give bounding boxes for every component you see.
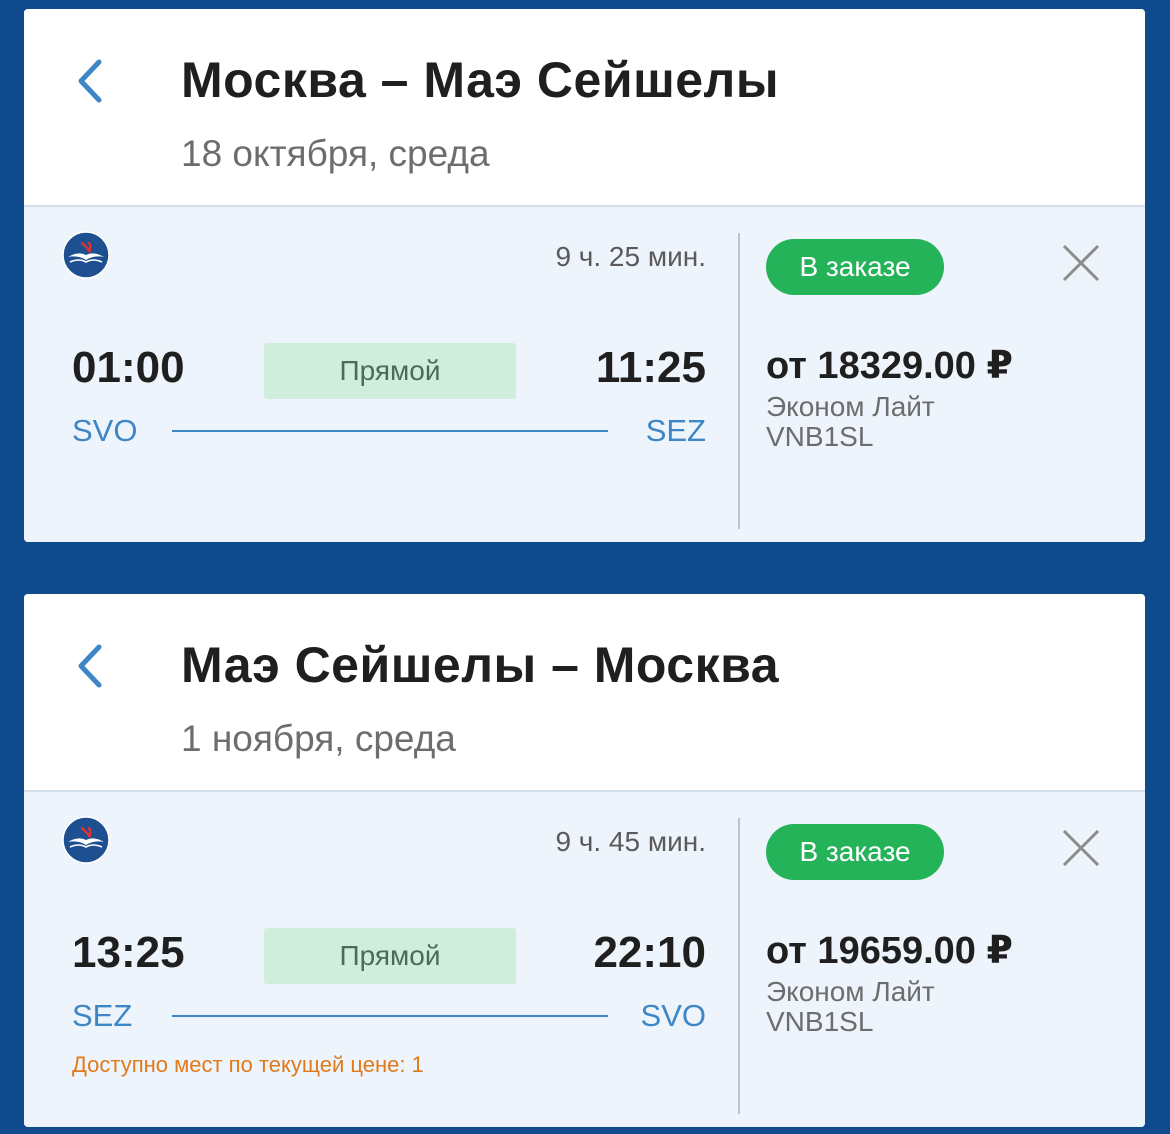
flight-details: 9 ч. 25 мин. 01:00 Прямой 11:25 SVO SEZ — [24, 207, 738, 542]
chevron-left-icon — [78, 644, 102, 688]
fare-price: от 19659.00 ₽ — [766, 930, 1013, 972]
arrival-time: 11:25 — [595, 343, 706, 392]
seats-availability-note: Доступно мест по текущей цене: 1 — [72, 1052, 424, 1077]
arrival-airport-code: SVO — [640, 998, 706, 1033]
flight-option[interactable]: 9 ч. 25 мин. 01:00 Прямой 11:25 SVO SEZ … — [24, 205, 1145, 542]
aeroflot-logo — [62, 231, 110, 279]
flight-details: 9 ч. 45 мин. 13:25 Прямой 22:10 SEZ SVO … — [24, 792, 738, 1127]
itinerary-card-return: Маэ Сейшелы – Москва 1 ноября, среда 9 ч… — [24, 594, 1145, 1127]
route-line — [172, 430, 608, 432]
fare-class: Эконом Лайт — [766, 391, 935, 422]
departure-time: 13:25 — [72, 928, 185, 977]
remove-flight-button[interactable] — [1061, 828, 1101, 868]
departure-time: 01:00 — [72, 343, 185, 392]
remove-flight-button[interactable] — [1061, 243, 1101, 283]
back-button[interactable] — [64, 51, 116, 111]
direct-flight-badge: Прямой — [264, 343, 516, 399]
flight-option[interactable]: 9 ч. 45 мин. 13:25 Прямой 22:10 SEZ SVO … — [24, 790, 1145, 1127]
close-icon — [1062, 829, 1100, 867]
route-line — [172, 1015, 608, 1017]
departure-airport-code: SVO — [72, 413, 138, 448]
fare-price: от 18329.00 ₽ — [766, 345, 1013, 387]
status-badge: В заказе — [766, 824, 944, 880]
route-date: 18 октября, среда — [181, 133, 490, 174]
arrival-airport-code: SEZ — [645, 413, 706, 448]
fare-panel: В заказе от 18329.00 ₽ Эконом Лайт VNB1S… — [740, 207, 1145, 542]
aeroflot-logo — [62, 816, 110, 864]
back-button[interactable] — [64, 636, 116, 696]
chevron-left-icon — [78, 59, 102, 103]
flight-duration: 9 ч. 25 мин. — [555, 241, 706, 272]
fare-code: VNB1SL — [766, 1006, 874, 1037]
itinerary-card-outbound: Москва – Маэ Сейшелы 18 октября, среда 9… — [24, 9, 1145, 542]
close-icon — [1062, 244, 1100, 282]
arrival-time: 22:10 — [593, 928, 706, 977]
route-title: Москва – Маэ Сейшелы — [181, 52, 780, 108]
fare-code: VNB1SL — [766, 421, 874, 452]
status-badge: В заказе — [766, 239, 944, 295]
departure-airport-code: SEZ — [72, 998, 133, 1033]
route-date: 1 ноября, среда — [181, 718, 456, 759]
route-title: Маэ Сейшелы – Москва — [181, 637, 780, 693]
fare-panel: В заказе от 19659.00 ₽ Эконом Лайт VNB1S… — [740, 792, 1145, 1127]
route-header: Москва – Маэ Сейшелы 18 октября, среда — [24, 9, 1145, 205]
flight-duration: 9 ч. 45 мин. — [555, 826, 706, 857]
direct-flight-badge: Прямой — [264, 928, 516, 984]
route-header: Маэ Сейшелы – Москва 1 ноября, среда — [24, 594, 1145, 790]
fare-class: Эконом Лайт — [766, 976, 935, 1007]
